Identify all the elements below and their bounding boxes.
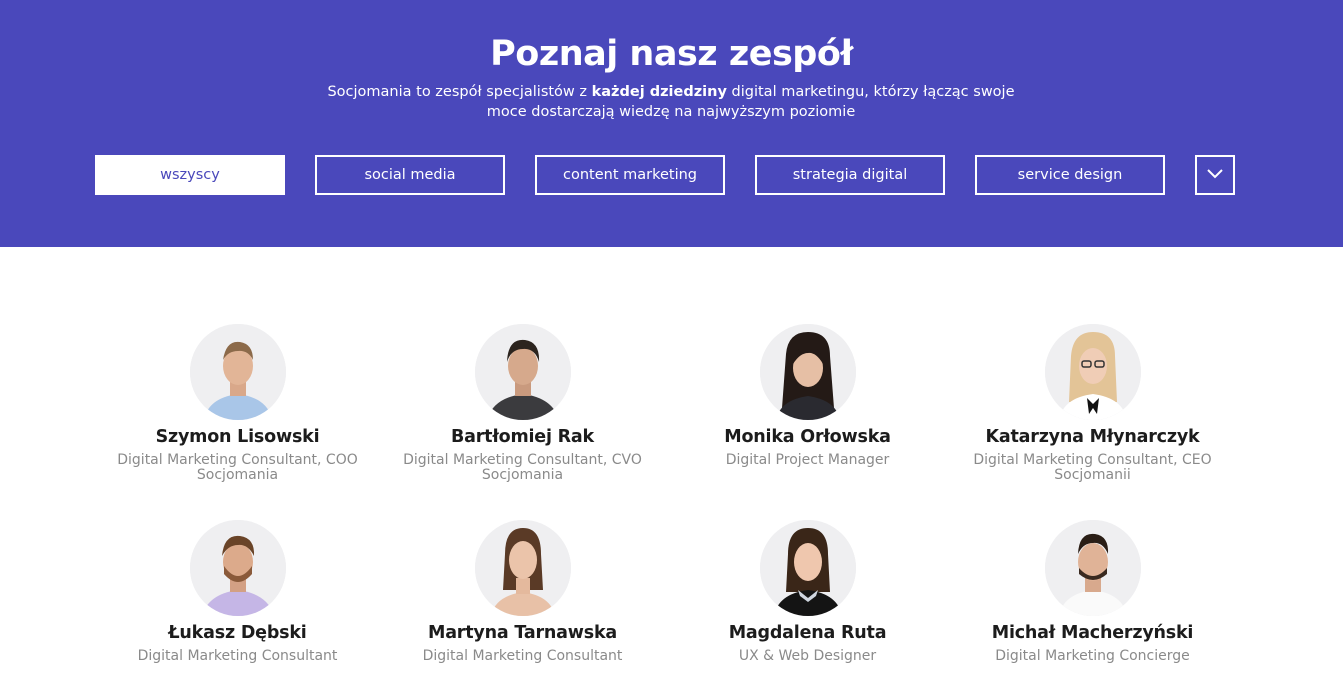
chevron-down-icon (1206, 166, 1224, 184)
avatar (474, 520, 571, 616)
member-name: Bartłomiej Rak (451, 427, 594, 447)
filter-content-marketing-button[interactable]: content marketing (535, 155, 725, 195)
filter-digital-strategy-button[interactable]: strategia digital (755, 155, 945, 195)
avatar (759, 324, 856, 420)
member-name: Monika Orłowska (724, 427, 891, 447)
member-role: Digital Marketing Consultant (422, 648, 623, 664)
avatar (474, 324, 571, 420)
member-role: Digital Marketing Consultant, COO Socjom… (117, 452, 358, 483)
avatar (759, 520, 856, 616)
avatar (1044, 520, 1141, 616)
team-hero: Poznaj nasz zespół Socjomania to zespół … (0, 0, 1343, 247)
member-name: Katarzyna Młynarczyk (985, 427, 1200, 447)
member-role: Digital Marketing Concierge (995, 648, 1190, 664)
subtitle-emphasis: każdej dziedziny (591, 84, 727, 100)
page-subtitle: Socjomania to zespół specjalistów z każd… (321, 83, 1021, 122)
member-name: Łukasz Dębski (168, 623, 307, 643)
page-title: Poznaj nasz zespół (490, 34, 853, 74)
team-member-card[interactable]: Magdalena Ruta UX & Web Designer (665, 520, 950, 664)
team-member-card[interactable]: Michał Macherzyński Digital Marketing Co… (950, 520, 1235, 664)
team-member-card[interactable]: Martyna Tarnawska Digital Marketing Cons… (380, 520, 665, 664)
subtitle-text-start: Socjomania to zespół specjalistów z (327, 84, 592, 100)
team-member-card[interactable]: Bartłomiej Rak Digital Marketing Consult… (380, 324, 665, 483)
member-name: Szymon Lisowski (155, 427, 320, 447)
member-name: Martyna Tarnawska (427, 623, 617, 643)
member-name: Magdalena Ruta (728, 623, 887, 643)
filter-service-design-button[interactable]: service design (975, 155, 1165, 195)
avatar (189, 520, 286, 616)
member-name: Michał Macherzyński (991, 623, 1194, 643)
filter-social-media-button[interactable]: social media (315, 155, 505, 195)
filter-all-button[interactable]: wszyscy (95, 155, 285, 195)
team-member-card[interactable]: Szymon Lisowski Digital Marketing Consul… (95, 324, 380, 483)
avatar (189, 324, 286, 420)
more-filters-button[interactable] (1195, 155, 1235, 195)
avatar (1044, 324, 1141, 420)
member-role: Digital Marketing Consultant (137, 648, 338, 664)
member-role: Digital Marketing Consultant, CVO Socjom… (403, 452, 642, 483)
member-role: Digital Marketing Consultant, CEO Socjom… (973, 452, 1212, 483)
team-member-card[interactable]: Monika Orłowska Digital Project Manager (665, 324, 950, 468)
team-filter-bar: wszyscy social media content marketing s… (0, 155, 1343, 195)
team-member-card[interactable]: Katarzyna Młynarczyk Digital Marketing C… (950, 324, 1235, 483)
member-role: UX & Web Designer (738, 648, 877, 664)
member-role: Digital Project Manager (725, 452, 890, 468)
team-member-card[interactable]: Łukasz Dębski Digital Marketing Consulta… (95, 520, 380, 664)
